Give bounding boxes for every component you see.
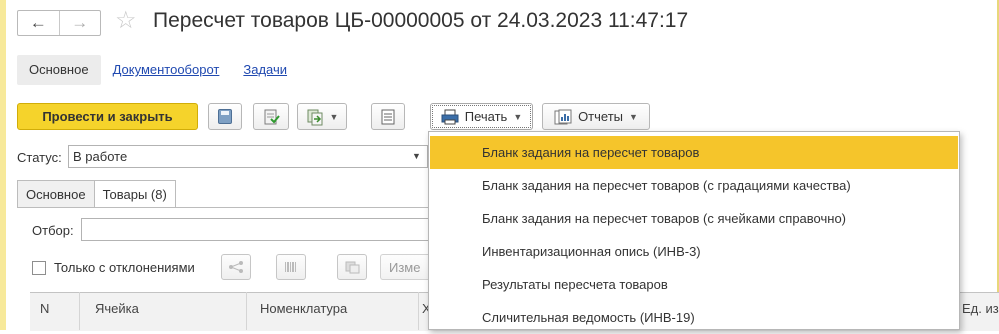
forward-button[interactable]: → xyxy=(58,11,101,35)
filter-input[interactable] xyxy=(81,218,441,241)
tab-main[interactable]: Основное xyxy=(17,55,101,85)
status-label: Статус: xyxy=(17,150,62,165)
fill-table-icon xyxy=(345,261,360,274)
create-based-on-icon xyxy=(307,109,323,125)
share-button[interactable] xyxy=(221,254,251,280)
tab-document-flow[interactable]: Документооборот xyxy=(101,55,232,85)
tabs-divider xyxy=(17,207,437,208)
window-left-border xyxy=(0,0,6,330)
print-button[interactable]: Печать ▼ xyxy=(430,103,533,130)
menu-item-count-task-form-cells[interactable]: Бланк задания на пересчет товаров (с яче… xyxy=(430,202,958,235)
column-divider xyxy=(418,292,419,330)
menu-item-count-results[interactable]: Результаты пересчета товаров xyxy=(430,268,958,301)
chevron-down-icon: ▼ xyxy=(329,111,339,122)
post-button[interactable] xyxy=(253,103,289,130)
save-button[interactable] xyxy=(208,103,242,130)
structure-button[interactable] xyxy=(371,103,405,130)
menu-item-count-task-form[interactable]: Бланк задания на пересчет товаров xyxy=(430,136,958,169)
tab-tasks[interactable]: Задачи xyxy=(231,55,299,85)
reports-icon xyxy=(554,109,572,124)
reports-button-label: Отчеты xyxy=(578,109,623,124)
barcode-button[interactable] xyxy=(276,254,306,280)
form-sections: Основное Документооборот Задачи xyxy=(17,55,299,85)
column-header-item[interactable]: Номенклатура xyxy=(260,301,347,316)
tab-main-inner[interactable]: Основное xyxy=(17,180,95,208)
inner-tabs: Основное Товары (8) xyxy=(17,180,176,208)
save-icon xyxy=(218,109,232,124)
filter-label: Отбор: xyxy=(32,223,74,238)
reports-button[interactable]: Отчеты ▼ xyxy=(542,103,650,130)
chevron-down-icon: ▼ xyxy=(513,111,523,122)
print-menu: Бланк задания на пересчет товаров Бланк … xyxy=(428,131,960,330)
document-title: Пересчет товаров ЦБ-00000005 от 24.03.20… xyxy=(153,9,689,32)
tab-goods[interactable]: Товары (8) xyxy=(93,180,176,208)
create-based-on-button[interactable]: ▼ xyxy=(297,103,347,130)
back-button[interactable]: ← xyxy=(18,11,59,35)
status-select[interactable]: В работе xyxy=(68,145,428,168)
post-document-icon xyxy=(264,109,280,124)
document-list-icon xyxy=(381,109,395,124)
only-deviations-label: Только с отклонениями xyxy=(54,260,195,275)
menu-item-comparison-sheet[interactable]: Сличительная ведомость (ИНВ-19) xyxy=(430,301,958,334)
column-header-cell[interactable]: Ячейка xyxy=(95,301,139,316)
column-header-unit[interactable]: Ед. изм xyxy=(962,301,999,316)
print-button-label: Печать xyxy=(464,109,508,124)
chevron-down-icon[interactable]: ▼ xyxy=(412,151,421,161)
menu-item-count-task-form-quality[interactable]: Бланк задания на пересчет товаров (с гра… xyxy=(430,169,958,202)
barcode-icon xyxy=(285,262,296,272)
column-divider xyxy=(246,292,247,330)
navigation-buttons: ← → xyxy=(17,10,101,36)
column-divider xyxy=(79,292,80,330)
menu-item-inventory-list[interactable]: Инвентаризационная опись (ИНВ-3) xyxy=(430,235,958,268)
post-and-close-button[interactable]: Провести и закрыть xyxy=(17,103,198,130)
only-deviations-checkbox[interactable] xyxy=(32,261,46,275)
post-and-close-label: Провести и закрыть xyxy=(42,109,173,124)
printer-icon xyxy=(441,109,459,124)
share-icon xyxy=(229,261,243,273)
column-header-number[interactable]: N xyxy=(40,301,49,316)
favorite-star-icon[interactable]: ☆ xyxy=(115,7,137,35)
chevron-down-icon: ▼ xyxy=(629,111,638,122)
fill-button[interactable] xyxy=(337,254,367,280)
